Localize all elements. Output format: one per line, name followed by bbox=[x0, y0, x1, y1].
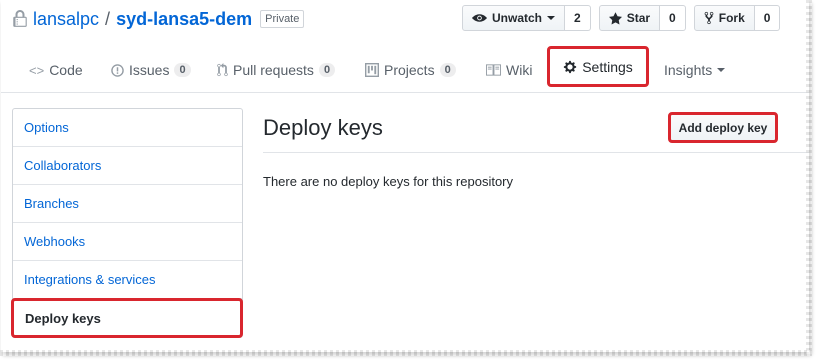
forks-count[interactable]: 0 bbox=[754, 5, 781, 31]
tab-issues-label: Issues bbox=[129, 62, 170, 78]
tab-insights[interactable]: Insights bbox=[664, 58, 726, 82]
star-icon bbox=[608, 11, 622, 25]
torn-edge-bottom bbox=[0, 350, 812, 356]
issue-icon bbox=[111, 63, 124, 77]
add-deploy-key-button[interactable]: Add deploy key bbox=[668, 112, 778, 143]
tab-insights-label: Insights bbox=[664, 62, 713, 78]
gear-icon bbox=[564, 60, 577, 73]
star-label: Star bbox=[626, 11, 651, 25]
private-badge: Private bbox=[260, 10, 305, 28]
unwatch-button[interactable]: Unwatch bbox=[462, 5, 566, 31]
tab-projects[interactable]: Projects 0 bbox=[365, 58, 456, 82]
sidebar-item-integrations[interactable]: Integrations & services bbox=[13, 261, 242, 299]
fork-label: Fork bbox=[718, 11, 745, 25]
repo-path-separator: / bbox=[105, 8, 111, 29]
page-title: Deploy keys bbox=[263, 115, 383, 140]
repo-owner-link[interactable]: lansalpc bbox=[33, 9, 99, 30]
tab-pull-requests[interactable]: Pull requests 0 bbox=[217, 58, 336, 82]
repo-actions: Unwatch 2 Star 0 Fork 0 bbox=[462, 5, 781, 31]
repo-header: lansalpc / syd-lansa5-dem Private bbox=[13, 6, 305, 32]
tab-code-label: Code bbox=[49, 62, 83, 78]
watchers-count[interactable]: 2 bbox=[565, 5, 591, 31]
title-divider bbox=[263, 152, 809, 153]
screenshot-frame: lansalpc / syd-lansa5-dem Private Unwatc… bbox=[1, 0, 809, 352]
chevron-down-icon bbox=[547, 16, 556, 20]
issues-counter: 0 bbox=[174, 63, 191, 77]
sidebar-item-options[interactable]: Options bbox=[13, 109, 242, 147]
tab-settings[interactable]: Settings bbox=[547, 46, 649, 87]
pull-requests-counter: 0 bbox=[318, 63, 336, 77]
star-button[interactable]: Star bbox=[598, 5, 661, 31]
watch-group: Unwatch 2 bbox=[462, 5, 591, 31]
projects-counter: 0 bbox=[439, 63, 456, 77]
eye-icon bbox=[472, 14, 487, 22]
tab-wiki-label: Wiki bbox=[506, 62, 533, 78]
code-icon: <> bbox=[29, 62, 45, 78]
caret-down-icon bbox=[717, 68, 726, 72]
torn-edge-right bbox=[806, 0, 812, 356]
pull-request-icon bbox=[217, 63, 228, 77]
fork-group: Fork 0 bbox=[693, 5, 781, 31]
fork-icon bbox=[704, 11, 714, 25]
repo-lock-icon bbox=[13, 10, 27, 27]
sidebar-item-webhooks[interactable]: Webhooks bbox=[13, 223, 242, 261]
settings-sidebar: Options Collaborators Branches Webhooks … bbox=[11, 108, 243, 338]
sidebar-item-collaborators[interactable]: Collaborators bbox=[13, 147, 242, 185]
unwatch-label: Unwatch bbox=[492, 11, 543, 25]
repo-name-link[interactable]: syd-lansa5-dem bbox=[116, 9, 252, 30]
project-icon bbox=[365, 63, 379, 77]
repo-nav-tabs: <> Code Issues 0 Pull requests 0 Project… bbox=[1, 46, 809, 93]
tab-projects-label: Projects bbox=[384, 62, 435, 78]
tab-issues[interactable]: Issues 0 bbox=[111, 58, 191, 82]
sidebar-item-branches[interactable]: Branches bbox=[13, 185, 242, 223]
book-icon bbox=[486, 64, 501, 76]
tab-code[interactable]: <> Code bbox=[29, 58, 83, 82]
tab-pull-requests-label: Pull requests bbox=[233, 62, 314, 78]
sidebar-item-deploy-keys[interactable]: Deploy keys bbox=[11, 298, 243, 338]
star-group: Star 0 bbox=[598, 5, 686, 31]
empty-state-message: There are no deploy keys for this reposi… bbox=[263, 174, 514, 189]
stars-count[interactable]: 0 bbox=[660, 5, 686, 31]
tab-wiki[interactable]: Wiki bbox=[486, 58, 532, 82]
tab-settings-label: Settings bbox=[582, 58, 633, 75]
fork-button[interactable]: Fork bbox=[693, 5, 755, 31]
